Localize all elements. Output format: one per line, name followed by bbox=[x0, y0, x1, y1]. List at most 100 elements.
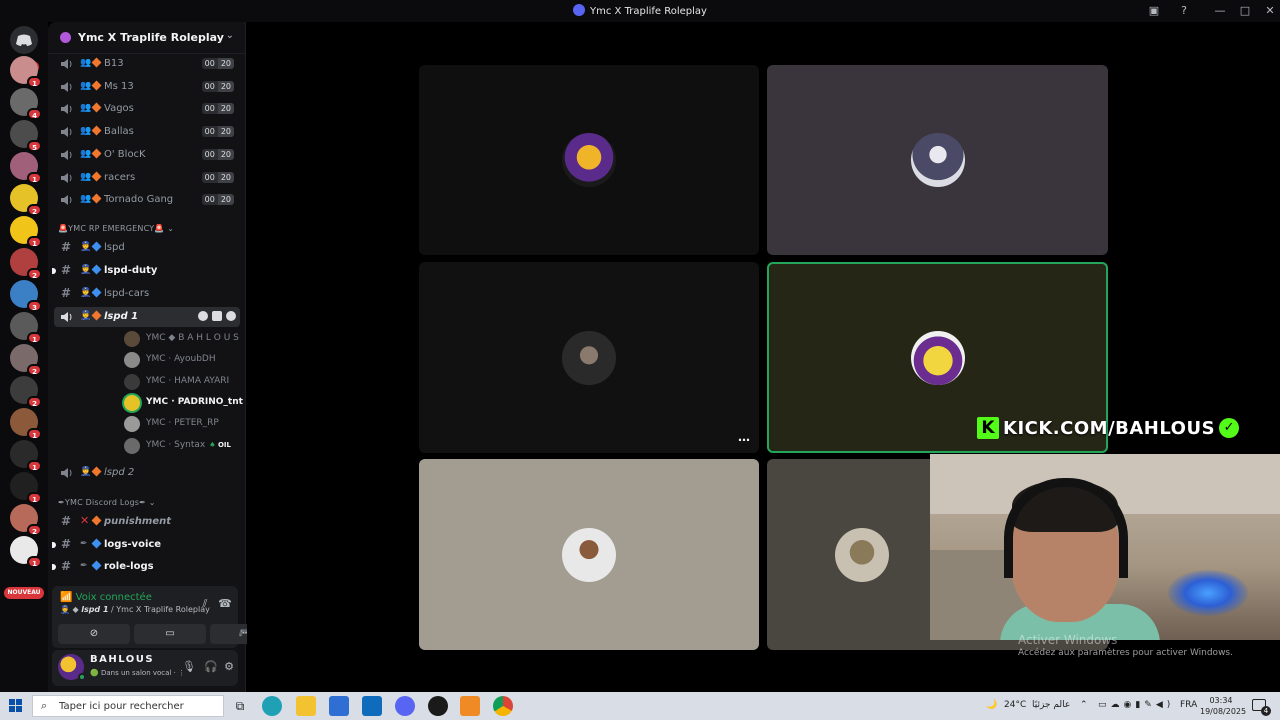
voice-channel-info[interactable]: 👮 ◆ lspd 1 / Ymc X Traplife Roleplay bbox=[60, 605, 210, 614]
channel-lspd-cars[interactable]: # 👮 lspd-cars bbox=[54, 284, 240, 304]
chevron-down-icon[interactable]: ⌄ bbox=[226, 30, 234, 41]
inbox-icon[interactable]: ▣ bbox=[1146, 3, 1162, 19]
voice-channel[interactable]: 👥 Tornado Gang 00 20 bbox=[54, 190, 240, 210]
participant-tile[interactable] bbox=[767, 65, 1108, 255]
category-emergency[interactable]: 🚨YMC RP EMERGENCY🚨 ⌄ bbox=[58, 224, 174, 233]
language-indicator[interactable]: FRA bbox=[1180, 700, 1197, 710]
store-icon[interactable] bbox=[329, 696, 349, 716]
server-name: Ymc X Traplife Roleplay bbox=[78, 31, 224, 44]
channel-lspd[interactable]: # 👮 lspd bbox=[54, 238, 240, 258]
file-explorer-icon[interactable] bbox=[296, 696, 316, 716]
disconnect-icon[interactable]: ☎ bbox=[218, 597, 232, 611]
help-icon[interactable]: ? bbox=[1176, 3, 1192, 19]
voice-channel[interactable]: 👥 Vagos 00 20 bbox=[54, 99, 240, 119]
channel-name: role-logs bbox=[104, 561, 154, 572]
home-button[interactable] bbox=[10, 26, 38, 54]
diamond-icon bbox=[91, 125, 102, 136]
server-icon[interactable]: 4 bbox=[10, 88, 42, 120]
tray-chevron-icon[interactable]: ⌃ bbox=[1080, 700, 1088, 710]
discord-taskbar-icon[interactable] bbox=[395, 696, 415, 716]
channel-lspd-1[interactable]: 👮 lspd 1 bbox=[54, 307, 240, 327]
microphone-icon[interactable]: 🎙 bbox=[182, 660, 196, 674]
minimize-button[interactable]: — bbox=[1212, 3, 1228, 19]
voice-channel[interactable]: 👥 Ballas 00 20 bbox=[54, 122, 240, 142]
server-badge: 4 bbox=[27, 108, 42, 120]
participant-tile[interactable]: ⋯ bbox=[419, 262, 759, 453]
server-icon[interactable]: 1 bbox=[10, 472, 42, 504]
voice-status[interactable]: 📶 Voix connectée bbox=[60, 592, 152, 603]
server-icon[interactable]: 1 bbox=[10, 536, 42, 568]
server-icon[interactable]: 2 bbox=[10, 248, 42, 280]
police-icon: 👮 bbox=[80, 288, 92, 298]
gear-icon[interactable] bbox=[226, 311, 236, 321]
channel-lspd-2[interactable]: 👮 lspd 2 bbox=[54, 463, 240, 483]
headphones-icon[interactable]: 🎧 bbox=[204, 660, 218, 674]
search-placeholder: Taper ici pour rechercher bbox=[59, 701, 184, 712]
server-header[interactable]: Ymc X Traplife Roleplay ⌄ bbox=[48, 22, 246, 54]
voice-channel[interactable]: 👥 racers 00 20 bbox=[54, 168, 240, 188]
voice-connection-panel: 📶 Voix connectée 👮 ◆ lspd 1 / Ymc X Trap… bbox=[52, 586, 280, 648]
more-options-icon[interactable]: ⋯ bbox=[738, 433, 751, 447]
category-logs[interactable]: ✒YMC Discord Logs✒ ⌄ bbox=[58, 498, 156, 507]
edge-icon[interactable] bbox=[262, 696, 282, 716]
server-icon[interactable]: 1 bbox=[10, 216, 42, 248]
tray-icons[interactable]: ▭☁◉▮✎◀) bbox=[1098, 700, 1174, 710]
windows-icon-part bbox=[16, 699, 22, 705]
outlook-icon[interactable] bbox=[362, 696, 382, 716]
speaker-icon bbox=[61, 104, 72, 115]
app-icon[interactable] bbox=[460, 696, 480, 716]
users-icon: 👥 bbox=[80, 80, 92, 91]
user-max: 20 bbox=[217, 103, 234, 115]
invite-icon[interactable] bbox=[212, 311, 222, 321]
clock[interactable]: 03:34 19/08/2025 bbox=[1200, 695, 1246, 717]
voice-channel[interactable]: 👥 Ms 13 00 20 bbox=[54, 77, 240, 97]
start-button[interactable] bbox=[9, 699, 23, 713]
server-icon[interactable]: 3 bbox=[10, 280, 42, 312]
server-icon[interactable]: 2 bbox=[10, 344, 42, 376]
server-icon[interactable]: 2 bbox=[10, 184, 42, 216]
channel-punishment[interactable]: # ✕ punishment bbox=[54, 512, 240, 532]
voice-user-name: YMC · Syntax ♠ OIL bbox=[146, 439, 231, 450]
taskbar-search[interactable]: ⌕ Taper ici pour rechercher bbox=[32, 695, 224, 717]
server-icon[interactable]: 2 bbox=[10, 376, 42, 408]
task-view-icon[interactable]: ⧉ bbox=[230, 696, 250, 716]
channel-name: logs-voice bbox=[104, 539, 162, 550]
activate-subtitle: Accédez aux paramètres pour activer Wind… bbox=[1018, 648, 1233, 658]
activate-windows-watermark: Activer Windows Accédez aux paramètres p… bbox=[1018, 633, 1233, 658]
chat-icon[interactable] bbox=[198, 311, 208, 321]
avatar bbox=[124, 373, 140, 390]
user-count: 00 bbox=[201, 126, 218, 138]
gear-icon[interactable]: ⚙ bbox=[222, 660, 236, 674]
maximize-button[interactable]: □ bbox=[1237, 3, 1253, 19]
voice-channel[interactable]: 👥 B13 00 20 bbox=[54, 54, 240, 74]
channel-name: racers bbox=[104, 171, 136, 183]
notification-icon[interactable]: 4 bbox=[1252, 699, 1271, 716]
server-icon[interactable]: 1 bbox=[10, 440, 42, 472]
voice-channel[interactable]: 👥 O' BlocK 00 20 bbox=[54, 145, 240, 165]
text-channel-icon: # bbox=[61, 263, 72, 277]
server-icon[interactable]: 1 bbox=[10, 56, 42, 88]
channel-logs-voice[interactable]: # ✒ logs-voice bbox=[52, 535, 240, 555]
app-icon[interactable] bbox=[428, 696, 448, 716]
noise-suppression-icon[interactable]: ⫽ bbox=[198, 597, 212, 611]
screen-share-button[interactable]: ▭ bbox=[134, 624, 206, 644]
channel-role-logs[interactable]: # ✒ role-logs bbox=[52, 557, 240, 577]
discord-app: Ymc X Traplife Roleplay ▣ ? — □ ✕ 656 14… bbox=[0, 0, 1280, 720]
channel-lspd-duty[interactable]: # 👮 lspd-duty bbox=[52, 261, 240, 281]
close-button[interactable]: ✕ bbox=[1262, 3, 1278, 19]
participant-tile[interactable] bbox=[419, 459, 759, 650]
server-icon[interactable]: 1 bbox=[10, 312, 42, 344]
webcam-overlay bbox=[930, 454, 1280, 640]
weather-temp: 24°C bbox=[1004, 700, 1027, 710]
participant-tile[interactable] bbox=[419, 65, 759, 255]
chrome-icon[interactable] bbox=[493, 696, 513, 716]
weather-icon[interactable]: 🌙 bbox=[986, 700, 997, 710]
server-icon[interactable]: 2 bbox=[10, 504, 42, 536]
server-icon[interactable]: 1 bbox=[10, 152, 42, 184]
server-icon[interactable]: 1 bbox=[10, 408, 42, 440]
server-icon[interactable]: 5 bbox=[10, 120, 42, 152]
windows-icon-part bbox=[16, 706, 22, 712]
camera-off-button[interactable]: ⊘ bbox=[58, 624, 130, 644]
diamond-icon bbox=[91, 287, 102, 298]
username[interactable]: BAHLOUS bbox=[90, 654, 154, 665]
